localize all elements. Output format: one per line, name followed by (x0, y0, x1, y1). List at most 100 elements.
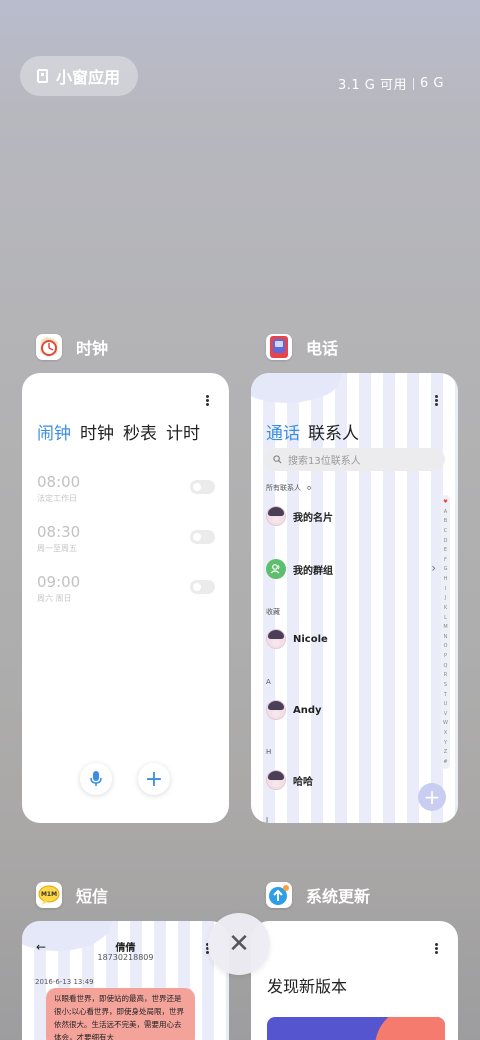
phone-app-icon (266, 334, 292, 360)
sms-app-card[interactable]: ← 倩倩 18730218809 2016-6-13 13:49 以眼看世界，即… (22, 921, 229, 1040)
memory-divider (413, 77, 415, 90)
index-letter[interactable]: F (444, 557, 447, 563)
tab-contacts[interactable]: 联系人 (308, 419, 359, 444)
index-letter[interactable]: A (444, 509, 447, 515)
more-options-icon[interactable] (435, 395, 438, 406)
index-letter[interactable]: Y (444, 740, 447, 746)
phone-app-header[interactable]: 电话 (266, 334, 338, 360)
contact-my-groups[interactable]: 我的群组 › (266, 559, 436, 579)
conversation-contact-number: 18730218809 (97, 953, 154, 962)
alarm-repeat: 法定工作日 (37, 494, 77, 503)
index-letter[interactable]: J (445, 595, 446, 601)
search-placeholder: 搜索13位联系人 (288, 456, 361, 467)
index-letter[interactable]: P (444, 653, 447, 659)
index-letter[interactable]: N (444, 634, 448, 640)
avatar (266, 629, 286, 649)
contact-name: 哈哈 (293, 776, 313, 788)
add-contact-button[interactable]: + (418, 783, 446, 811)
contact-haha[interactable]: 哈哈 (266, 770, 313, 790)
index-letter[interactable]: # (443, 759, 447, 765)
update-app-name: 系统更新 (306, 887, 371, 906)
memory-status: 3.1 G 可用 6 G (338, 74, 444, 93)
clear-all-button[interactable]: ✕ (208, 913, 270, 975)
contact-andy[interactable]: Andy (266, 700, 322, 720)
system-update-icon (266, 882, 292, 908)
update-app-card[interactable]: 发现新版本 (251, 921, 458, 1040)
small-window-label: 小窗应用 (56, 68, 121, 87)
section-next-label: J (266, 816, 269, 823)
index-letter[interactable]: U (444, 701, 448, 707)
index-letter[interactable]: Z (444, 749, 447, 755)
index-letter[interactable]: X (444, 730, 447, 736)
contact-name: 我的名片 (293, 512, 333, 524)
index-letter[interactable]: Q (444, 663, 448, 669)
alarm-toggle[interactable] (190, 580, 215, 594)
index-letter[interactable]: H (444, 576, 448, 582)
clock-app-icon (36, 334, 62, 360)
voice-button[interactable] (80, 763, 112, 795)
contact-search-input[interactable]: 搜索13位联系人 (264, 448, 445, 471)
clock-app-card[interactable]: 闹钟 时钟 秒表 计时 08:00 法定工作日 08:30 周一至周五 09:0… (22, 373, 229, 823)
small-window-apps-button[interactable]: 小窗应用 (20, 56, 138, 96)
svg-text:M1M: M1M (41, 891, 57, 898)
all-contacts-filter[interactable]: 所有联系人 ≎ (266, 483, 312, 493)
index-letter[interactable]: E (444, 547, 447, 553)
sort-icon: ≎ (306, 484, 313, 492)
alarm-toggle[interactable] (190, 530, 215, 544)
clock-tabs: 闹钟 时钟 秒表 计时 (37, 419, 200, 444)
alarm-item[interactable]: 09:00 周六 周日 (37, 573, 215, 604)
contact-name: 我的群组 (293, 565, 333, 577)
chevron-right-icon: › (431, 561, 436, 575)
contact-name: Andy (293, 704, 322, 716)
index-letter[interactable]: K (444, 605, 447, 611)
index-letter[interactable]: R (444, 672, 447, 678)
alarm-repeat: 周六 周日 (37, 594, 72, 603)
search-icon (273, 455, 282, 464)
index-letter[interactable]: V (444, 711, 447, 717)
update-app-header[interactable]: 系统更新 (266, 882, 370, 908)
avatar (266, 770, 286, 790)
tab-timer[interactable]: 计时 (166, 419, 200, 444)
phone-app-card[interactable]: 通话 联系人 搜索13位联系人 所有联系人 ≎ 我的名片 我的群组 › 收藏 N… (251, 373, 458, 823)
alarm-item[interactable]: 08:30 周一至周五 (37, 523, 215, 554)
index-letter[interactable]: S (444, 682, 447, 688)
tab-clock[interactable]: 时钟 (80, 419, 114, 444)
index-letter[interactable]: M (443, 624, 447, 630)
index-letter[interactable]: T (444, 692, 447, 698)
index-letter[interactable]: ♥ (443, 499, 447, 505)
alarm-time: 08:00 (37, 473, 81, 491)
memory-total: 6 G (420, 76, 444, 91)
avatar (266, 700, 286, 720)
microphone-icon (90, 771, 102, 786)
sms-app-header[interactable]: M1M 短信 (36, 882, 108, 908)
contact-name: Nicole (293, 633, 328, 645)
add-alarm-button[interactable]: + (138, 763, 170, 795)
index-letter[interactable]: I (445, 586, 446, 592)
index-letter[interactable]: D (444, 538, 448, 544)
close-icon: ✕ (228, 929, 250, 959)
conversation-contact-name: 倩倩 (115, 943, 136, 954)
message-date: 2016-6-13 13:49 (35, 978, 94, 986)
alarm-toggle[interactable] (190, 480, 215, 494)
clock-app-header[interactable]: 时钟 (36, 334, 108, 360)
index-letter[interactable]: W (443, 720, 448, 726)
tab-alarm[interactable]: 闹钟 (37, 419, 71, 444)
group-icon (266, 559, 286, 579)
phone-tabs: 通话 联系人 (266, 419, 359, 444)
index-letter[interactable]: G (444, 566, 448, 572)
more-options-icon[interactable] (206, 395, 209, 406)
tab-calls[interactable]: 通话 (266, 419, 300, 444)
index-letter[interactable]: C (444, 528, 448, 534)
index-letter[interactable]: B (444, 518, 447, 524)
clock-app-name: 时钟 (76, 339, 109, 358)
more-options-icon[interactable] (435, 943, 438, 954)
tab-stopwatch[interactable]: 秒表 (123, 419, 157, 444)
message-bubble: 以眼看世界，即使站的最高，世界还是很小;以心看世界，即使身处局限，世界依然很大。… (46, 988, 195, 1040)
all-contacts-label: 所有联系人 (266, 484, 301, 492)
index-letter[interactable]: L (444, 615, 447, 621)
index-letter[interactable]: O (444, 643, 448, 649)
contact-my-card[interactable]: 我的名片 (266, 506, 333, 526)
alphabet-index-bar[interactable]: ♥ A B C D E F G H I J K L M N O P Q R S T U V W X Y Z # (441, 495, 450, 769)
contact-nicole[interactable]: Nicole (266, 629, 328, 649)
alarm-item[interactable]: 08:00 法定工作日 (37, 473, 215, 504)
